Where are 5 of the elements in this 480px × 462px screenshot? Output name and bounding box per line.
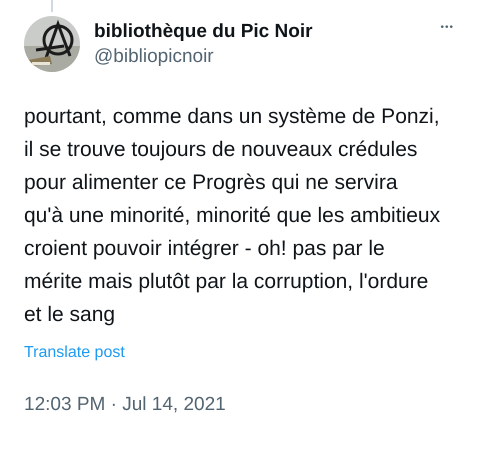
more-button[interactable]: ••• (440, 20, 454, 35)
post-text: pourtant, comme dans un système de Ponzi, il se trouve toujours de nouveaux crédules pour alimenter ce Progrès qui ne servira qu'à une minorité, minorité que les ambitieux croient pouvoir intégrer - oh! pas par le mérite mais plutôt par la corruption, l'ordure et le sang (23, 104, 442, 328)
author-name[interactable]: bibliothèque du Pic Noir (94, 20, 312, 44)
post-timestamp[interactable]: 12:03 PM · Jul 14, 2021 (24, 391, 226, 420)
author-handle[interactable]: @bibliopicnoir (94, 44, 312, 70)
